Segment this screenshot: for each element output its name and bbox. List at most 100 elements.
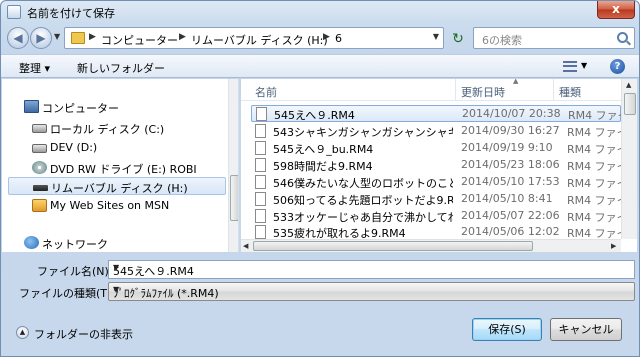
hard-drive-icon bbox=[32, 144, 47, 153]
cancel-button[interactable]: キャンセル bbox=[550, 318, 622, 341]
forward-arrow-icon: ▶ bbox=[36, 31, 46, 45]
command-bar: 整理 ▾ 新しいフォルダー ▼ ? bbox=[1, 54, 639, 78]
help-icon[interactable]: ? bbox=[610, 59, 625, 74]
dvd-drive-icon bbox=[32, 161, 47, 174]
breadcrumb-folder-6[interactable]: 6 bbox=[335, 32, 342, 45]
usb-drive-icon bbox=[33, 185, 48, 191]
column-divider[interactable] bbox=[455, 79, 456, 101]
filetype-dropdown-icon[interactable]: ▼ bbox=[113, 285, 629, 294]
file-icon bbox=[255, 192, 266, 206]
file-date: 2014/10/07 20:38 bbox=[462, 107, 561, 120]
file-date: 2014/09/19 9:10 bbox=[461, 141, 553, 154]
recent-pages-dropdown[interactable]: ▼ bbox=[54, 32, 60, 41]
file-icon bbox=[255, 124, 266, 138]
file-date: 2014/05/10 17:53 bbox=[461, 175, 560, 188]
nav-item-label: リムーバブル ディスク (H:) bbox=[51, 182, 188, 195]
refresh-icon: ↻ bbox=[452, 31, 464, 47]
address-dropdown-icon[interactable]: ▼ bbox=[433, 32, 439, 41]
file-name: 545えへ９.RM4 bbox=[274, 109, 355, 122]
hard-drive-icon bbox=[32, 124, 47, 133]
nav-item-label: コンピューター bbox=[42, 102, 119, 115]
column-name[interactable]: 名前 bbox=[255, 84, 277, 100]
refresh-button[interactable]: ↻ bbox=[447, 27, 469, 49]
save-button[interactable]: 保存(S) bbox=[472, 318, 542, 341]
view-options-icon[interactable] bbox=[563, 61, 577, 72]
web-folder-icon bbox=[32, 199, 47, 212]
window-title: 名前を付けて保存 bbox=[27, 7, 115, 20]
nav-item-network[interactable]: ネットワーク bbox=[2, 234, 227, 252]
column-divider[interactable] bbox=[553, 79, 554, 101]
column-type[interactable]: 種類 bbox=[559, 84, 581, 100]
file-row[interactable]: 543シャキンガシャンガシャンシャキン... 2014/09/30 16:27 … bbox=[251, 123, 637, 140]
nav-item-local-disk-c[interactable]: ローカル ディスク (C:) bbox=[2, 119, 227, 137]
file-row[interactable]: 545えへ９_bu.RM4 2014/09/19 9:10 RM4 ファイル bbox=[251, 140, 637, 157]
file-icon bbox=[255, 141, 266, 155]
file-list-vertical-scrollbar[interactable]: ▲ bbox=[621, 79, 637, 239]
nav-scrollbar-thumb[interactable] bbox=[230, 175, 238, 221]
back-button[interactable]: ◀ bbox=[7, 27, 29, 49]
file-list: 名前 ▲ 更新日時 種類 545えへ９.RM4 2014/10/07 20:38… bbox=[241, 79, 637, 252]
breadcrumb-chevron-icon[interactable]: ▶ bbox=[323, 32, 330, 42]
search-input[interactable]: 6の検索 bbox=[473, 27, 635, 49]
file-row[interactable]: 506知ってるよ先題ロボットだよ9.RM4 2014/05/10 8:41 RM… bbox=[251, 191, 637, 208]
filetype-label: ファイルの種類(T): bbox=[19, 287, 116, 300]
filetype-select[interactable]: ﾌﾟﾛｸﾞﾗﾑﾌｧｲﾙ (*.RM4) ▼ bbox=[108, 282, 635, 301]
new-folder-button[interactable]: 新しいフォルダー bbox=[77, 60, 165, 76]
nav-item-label: ローカル ディスク (C:) bbox=[50, 123, 165, 136]
file-date: 2014/09/30 16:27 bbox=[461, 124, 560, 137]
file-date: 2014/05/07 22:06 bbox=[461, 209, 560, 222]
breadcrumb-chevron-icon[interactable]: ▶ bbox=[179, 32, 186, 42]
nav-item-dvd-e[interactable]: DVD RW ドライブ (E:) ROBI bbox=[2, 159, 227, 177]
file-date: 2014/05/23 18:06 bbox=[461, 158, 560, 171]
filename-field[interactable]: 545えへ９.RM4 ▼ bbox=[108, 260, 635, 279]
address-bar[interactable]: ▶ コンピューター ▶ リムーバブル ディスク (H:) ▶ 6 ▼ bbox=[64, 27, 444, 49]
vertical-scrollbar-thumb[interactable] bbox=[624, 93, 636, 115]
file-list-horizontal-scrollbar[interactable]: ◀ ▶ bbox=[241, 239, 621, 252]
nav-item-label: My Web Sites on MSN bbox=[50, 199, 170, 212]
nav-item-my-web-sites[interactable]: My Web Sites on MSN bbox=[2, 197, 227, 215]
hide-folders-toggle[interactable]: フォルダーの非表示 bbox=[34, 326, 133, 342]
file-icon bbox=[255, 209, 266, 223]
scroll-right-icon[interactable]: ▶ bbox=[611, 242, 616, 250]
scroll-left-icon[interactable]: ◀ bbox=[243, 242, 248, 250]
file-row[interactable]: 598時間だよ9.RM4 2014/05/23 18:06 RM4 ファイル bbox=[251, 157, 637, 174]
nav-item-computer[interactable]: コンピューター bbox=[2, 98, 227, 116]
horizontal-scrollbar-thumb[interactable] bbox=[253, 241, 533, 251]
scroll-up-icon[interactable]: ▲ bbox=[626, 81, 631, 89]
file-name: 546僕みたいな人型のロボットのことを... bbox=[273, 177, 453, 190]
title-bar[interactable]: 名前を付けて保存 x bbox=[1, 1, 639, 23]
file-icon bbox=[255, 175, 266, 189]
breadcrumb-removable-disk[interactable]: リムーバブル ディスク (H:) bbox=[191, 32, 328, 48]
hide-folders-icon[interactable]: ▲ bbox=[16, 326, 29, 339]
file-row[interactable]: 545えへ９.RM4 2014/10/07 20:38 RM4 ファイル bbox=[251, 105, 637, 122]
file-date: 2014/05/10 8:41 bbox=[461, 192, 553, 205]
file-name: 506知ってるよ先題ロボットだよ9.RM4 bbox=[273, 194, 453, 207]
view-dropdown-icon[interactable]: ▼ bbox=[581, 61, 587, 70]
breadcrumb-chevron-icon[interactable]: ▶ bbox=[89, 32, 96, 42]
column-date[interactable]: 更新日時 bbox=[461, 84, 505, 100]
nav-scrollbar[interactable] bbox=[228, 79, 238, 252]
organize-menu[interactable]: 整理 ▾ bbox=[19, 60, 50, 76]
nav-item-label: DVD RW ドライブ (E:) ROBI bbox=[50, 163, 197, 176]
breadcrumb-computer[interactable]: コンピューター bbox=[101, 32, 178, 48]
file-icon bbox=[255, 158, 266, 172]
close-button[interactable]: x bbox=[597, 1, 635, 19]
filename-history-dropdown-icon[interactable]: ▼ bbox=[113, 263, 629, 272]
file-date: 2014/05/06 12:02 bbox=[461, 225, 560, 238]
file-name: 598時間だよ9.RM4 bbox=[273, 160, 373, 173]
file-icon bbox=[256, 107, 267, 121]
search-icon bbox=[617, 32, 628, 43]
filename-label: ファイル名(N): bbox=[37, 265, 113, 278]
computer-icon bbox=[24, 100, 39, 113]
folder-icon bbox=[71, 32, 85, 44]
file-icon bbox=[255, 225, 266, 239]
back-arrow-icon: ◀ bbox=[13, 31, 23, 45]
navigation-pane: コンピューター ローカル ディスク (C:) DEV (D:) DVD RW ド… bbox=[2, 79, 239, 252]
file-row[interactable]: 533オッケーじゃあ自分で沸かしてね9.... 2014/05/07 22:06… bbox=[251, 208, 637, 225]
nav-item-removable-h[interactable]: リムーバブル ディスク (H:) bbox=[8, 177, 226, 195]
file-name: 545えへ９_bu.RM4 bbox=[273, 143, 374, 156]
save-as-dialog: 名前を付けて保存 x ◀ ▶ ▼ ▶ コンピューター ▶ リムーバブル ディスク… bbox=[0, 0, 640, 357]
file-row[interactable]: 546僕みたいな人型のロボットのことを... 2014/05/10 17:53 … bbox=[251, 174, 637, 191]
forward-button[interactable]: ▶ bbox=[30, 27, 52, 49]
nav-item-dev-d[interactable]: DEV (D:) bbox=[2, 139, 227, 157]
